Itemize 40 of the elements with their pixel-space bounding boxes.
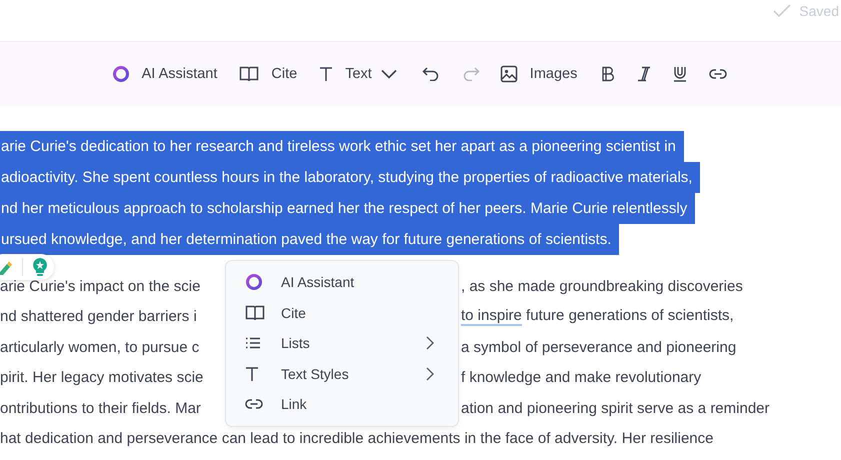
ring-icon xyxy=(112,65,130,83)
ring-icon xyxy=(245,273,263,292)
menu-item[interactable]: Cite xyxy=(226,298,458,328)
link-icon xyxy=(245,398,263,410)
paragraph-text: f knowledge and make revolutionary xyxy=(461,369,702,386)
underline-icon xyxy=(673,66,688,82)
underlined-text: to inspire xyxy=(461,307,522,326)
paragraph-text: ation and pioneering spirit serve as a reminder xyxy=(461,400,770,417)
pencil-icon[interactable] xyxy=(0,259,14,275)
paragraph-text: future generations of scientists, xyxy=(525,307,734,326)
images-button[interactable]: Images xyxy=(494,61,584,87)
redo-icon xyxy=(462,67,480,81)
paragraph-text: articularly women, to pursue c xyxy=(0,338,200,356)
paragraph-text: arie Curie's impact on the scie xyxy=(0,278,202,295)
paragraph-text: hat dedication and perseverance can lead to incredible achievements in the face of adversity. Her resilience xyxy=(0,430,714,448)
paragraph-text: a symbol of perseverance and pioneering xyxy=(461,338,736,356)
chevron-down-icon xyxy=(380,69,398,79)
italic-icon xyxy=(637,66,652,82)
lightbulb-icon[interactable] xyxy=(31,257,49,277)
ai-assistant-button[interactable]: AI Assistant xyxy=(106,61,224,87)
book-icon xyxy=(245,304,265,322)
paragraph-text: ontributions to their fields. Mar xyxy=(0,400,202,417)
text-style-dropdown[interactable]: Text xyxy=(313,62,404,86)
paragraph-text: pirit. Her legacy motivates scie xyxy=(0,369,204,386)
paragraph-text: nd shattered gender barriers i xyxy=(0,308,198,326)
check-icon xyxy=(773,4,792,18)
bold-icon xyxy=(601,66,616,82)
menu-item[interactable]: Link xyxy=(226,389,458,420)
list-icon xyxy=(245,337,261,350)
menu-item[interactable]: AI Assistant xyxy=(226,267,458,298)
text-icon xyxy=(319,66,334,82)
image-icon xyxy=(500,65,518,83)
text-icon xyxy=(245,366,259,382)
menu-item[interactable]: Text Styles xyxy=(226,358,458,389)
book-icon xyxy=(239,65,260,83)
undo-icon xyxy=(422,67,440,81)
cite-button[interactable]: Cite xyxy=(233,61,304,87)
link-icon xyxy=(709,68,728,80)
paragraph-text: , as she made groundbreaking discoveries xyxy=(461,278,743,295)
menu-item[interactable]: Lists xyxy=(226,328,458,358)
